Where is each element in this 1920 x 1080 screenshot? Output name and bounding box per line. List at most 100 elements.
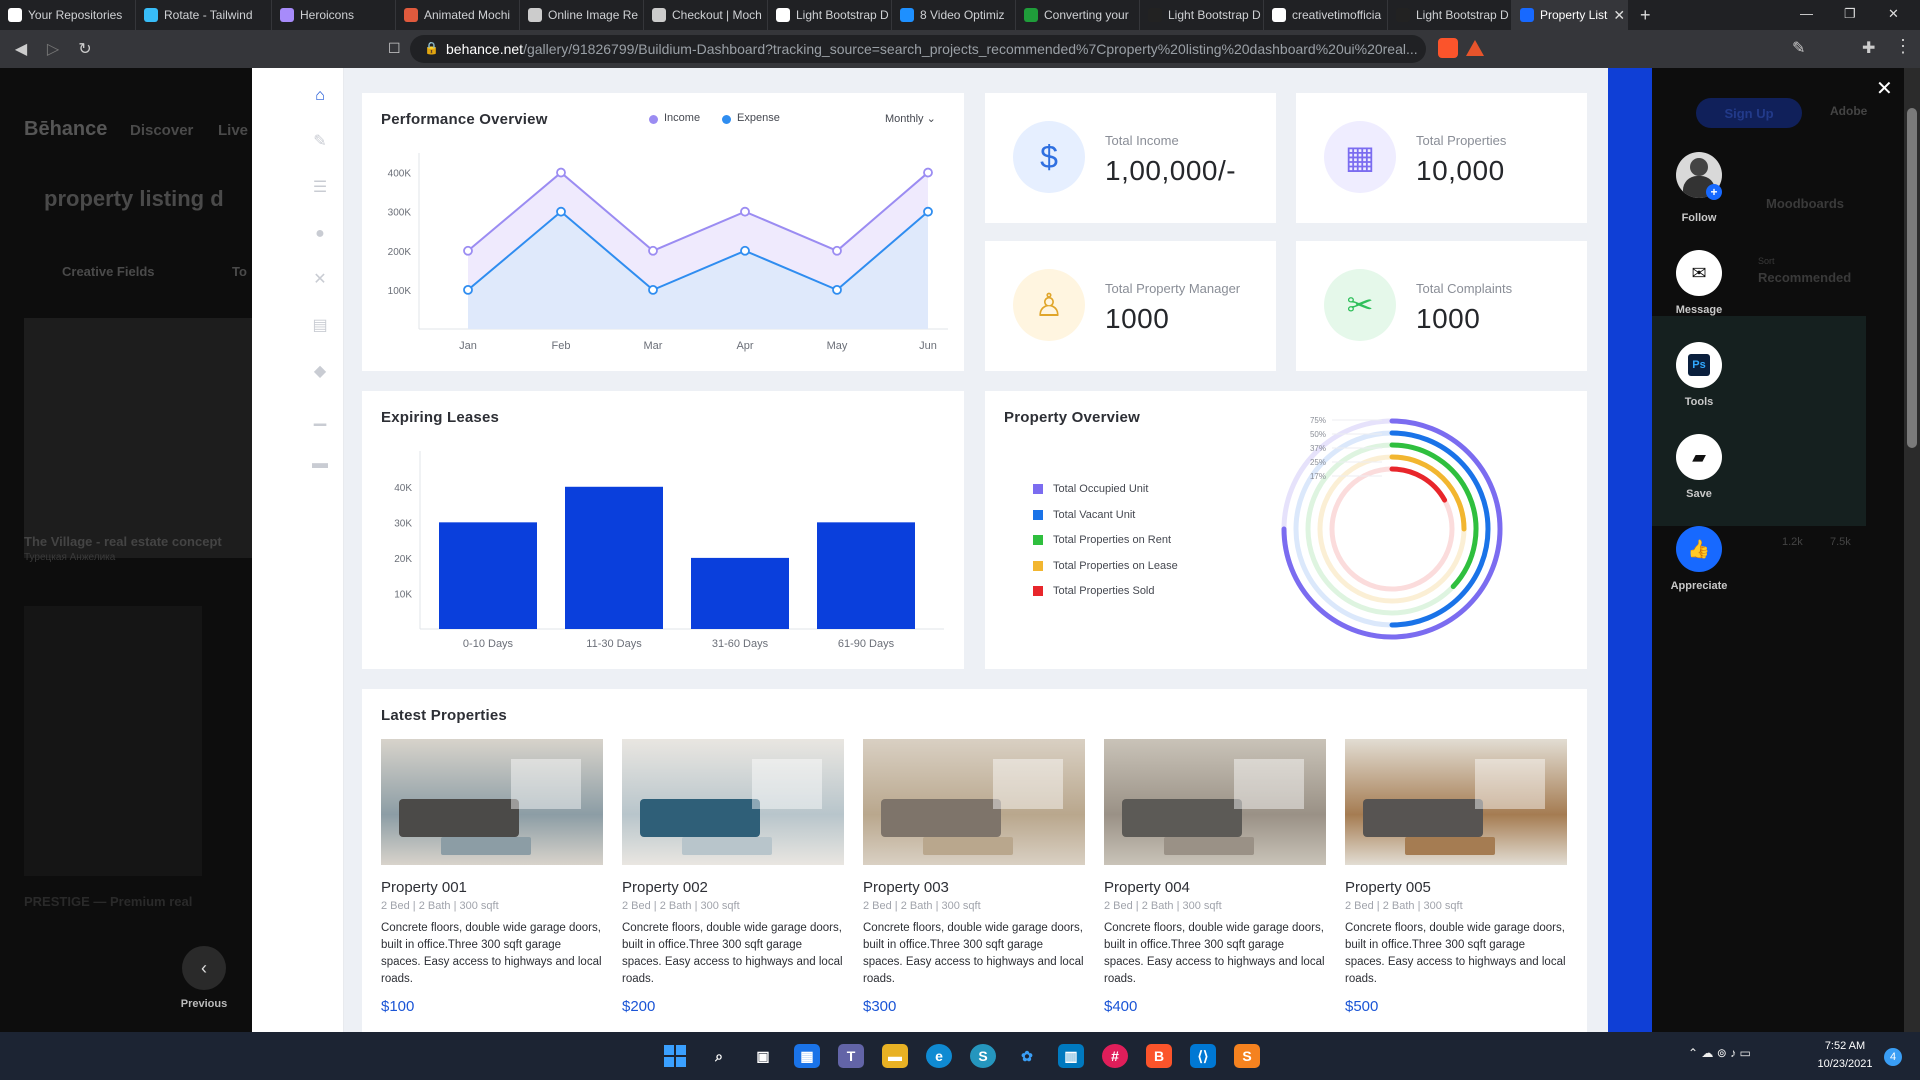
sublime-icon[interactable]: S <box>1234 1044 1260 1068</box>
brave-icon[interactable]: B <box>1146 1044 1172 1068</box>
bookmark-icon[interactable]: ☐ <box>388 40 401 57</box>
scrollbar-thumb[interactable] <box>1907 108 1917 448</box>
file-explorer-icon[interactable]: ▬ <box>882 1044 908 1068</box>
browser-tab[interactable]: Online Image Re <box>520 0 644 30</box>
teams-icon[interactable]: T <box>838 1044 864 1068</box>
adobe-link[interactable]: Adobe <box>1830 104 1867 118</box>
browser-tab[interactable]: Property List ✕ <box>1512 0 1628 30</box>
browser-tab[interactable]: Rotate - Tailwind <box>136 0 272 30</box>
behance-logo[interactable]: Bēhance <box>24 118 107 141</box>
back-icon[interactable]: ◀ <box>8 36 34 62</box>
menu-icon[interactable]: ⋮ <box>1894 36 1912 57</box>
property-photo[interactable] <box>381 739 603 865</box>
browser-tab[interactable]: Light Bootstrap D <box>1388 0 1512 30</box>
bar[interactable] <box>817 522 915 629</box>
data-point[interactable] <box>463 284 473 295</box>
browser-tab[interactable]: Your Repositories <box>0 0 136 30</box>
browser-tab[interactable]: Checkout | Moch <box>644 0 768 30</box>
skype-icon[interactable]: S <box>970 1044 996 1068</box>
bar[interactable] <box>691 557 789 629</box>
bar[interactable] <box>439 522 537 629</box>
data-point[interactable] <box>832 284 842 295</box>
data-point[interactable] <box>556 206 566 217</box>
browser-tab[interactable]: Light Bootstrap D <box>1140 0 1264 30</box>
property-name[interactable]: Property 005 <box>1345 879 1567 896</box>
creative-fields-filter[interactable]: Creative Fields <box>62 264 155 279</box>
data-point[interactable] <box>832 245 842 256</box>
property-card[interactable]: Property 003 2 Bed | 2 Bath | 300 sqft Con… <box>863 739 1085 1015</box>
search-query[interactable]: property listing d <box>44 186 224 212</box>
property-card[interactable]: Property 004 2 Bed | 2 Bath | 300 sqft Con… <box>1104 739 1326 1015</box>
slack-icon[interactable]: # <box>1102 1044 1128 1068</box>
edge-icon[interactable]: e <box>926 1044 952 1068</box>
browser-tab[interactable]: Animated Mochi <box>396 0 520 30</box>
forward-icon[interactable]: ▷ <box>40 36 66 62</box>
data-point[interactable] <box>463 245 473 256</box>
clock-time[interactable]: 7:52 AM <box>1818 1040 1872 1052</box>
new-tab-icon[interactable]: + <box>1628 5 1663 26</box>
brave-rewards-icon[interactable] <box>1466 40 1484 56</box>
project-title[interactable]: The Village - real estate concept <box>24 534 222 549</box>
project-title[interactable]: PRESTIGE — Premium real <box>24 894 192 909</box>
save-button[interactable]: ▰ <box>1676 434 1722 480</box>
url-field[interactable]: 🔒 behance.net/gallery/91826799/Buildium-… <box>410 35 1426 63</box>
data-point[interactable] <box>923 167 933 178</box>
brave-shield-icon[interactable] <box>1438 38 1458 58</box>
previous-button[interactable]: ‹ <box>182 946 226 990</box>
edit-icon[interactable]: ✎ <box>310 132 330 152</box>
reload-icon[interactable]: ↻ <box>72 36 98 62</box>
start-icon[interactable] <box>662 1044 688 1068</box>
close-modal-icon[interactable]: ✕ <box>1876 76 1893 101</box>
task-view-icon[interactable]: ▣ <box>750 1044 776 1068</box>
home-icon[interactable]: ⌂ <box>310 86 330 106</box>
property-photo[interactable] <box>863 739 1085 865</box>
pen-icon[interactable]: ✎ <box>1792 38 1805 58</box>
tools-button[interactable]: Ps <box>1676 342 1722 388</box>
search-icon[interactable]: ⌕ <box>706 1044 732 1068</box>
document-icon[interactable]: ▤ <box>310 316 330 336</box>
project-thumbnail[interactable] <box>24 318 252 558</box>
widgets-icon[interactable]: ▦ <box>794 1044 820 1068</box>
tray-icons[interactable]: ⌃ ☁ ⊚ ♪ ▭ <box>1688 1046 1751 1060</box>
property-photo[interactable] <box>1104 739 1326 865</box>
follow-plus-icon[interactable]: + <box>1706 184 1722 200</box>
property-name[interactable]: Property 003 <box>863 879 1085 896</box>
vscode-icon[interactable]: ⟨⟩ <box>1190 1044 1216 1068</box>
close-window-icon[interactable]: ✕ <box>1888 6 1899 22</box>
close-tab-icon[interactable]: ✕ <box>1613 7 1625 24</box>
tools-filter[interactable]: To <box>232 264 247 279</box>
notification-badge[interactable]: 4 <box>1884 1048 1902 1066</box>
project-author[interactable]: Турецкая Анжелика <box>24 552 115 563</box>
database-icon[interactable]: ☰ <box>310 178 330 198</box>
trello-icon[interactable]: ▥ <box>1058 1044 1084 1068</box>
app-icon[interactable]: ✿ <box>1014 1044 1040 1068</box>
follow-label[interactable]: Follow <box>1652 212 1746 224</box>
page-scrollbar[interactable] <box>1904 68 1920 1032</box>
browser-tab[interactable]: 8 Video Optimiz <box>892 0 1016 30</box>
chat-icon[interactable]: ◆ <box>310 362 330 382</box>
bar[interactable] <box>565 486 663 629</box>
restore-icon[interactable]: ❐ <box>1844 6 1856 22</box>
nav-discover[interactable]: Discover <box>130 122 193 139</box>
tools-icon[interactable]: ✕ <box>310 270 330 290</box>
moodboards-tab[interactable]: Moodboards <box>1766 196 1844 211</box>
data-point[interactable] <box>648 245 658 256</box>
sort-dropdown[interactable]: Recommended <box>1758 270 1851 285</box>
browser-tab[interactable]: Converting your <box>1016 0 1140 30</box>
property-name[interactable]: Property 004 <box>1104 879 1326 896</box>
property-card[interactable]: Property 002 2 Bed | 2 Bath | 300 sqft Con… <box>622 739 844 1015</box>
minimize-icon[interactable]: — <box>1800 6 1813 21</box>
nav-live[interactable]: Live <box>218 122 248 139</box>
data-point[interactable] <box>923 206 933 217</box>
money-bag-icon[interactable]: ● <box>310 224 330 244</box>
message-button[interactable]: ✉ <box>1676 250 1722 296</box>
property-card[interactable]: Property 005 2 Bed | 2 Bath | 300 sqft Con… <box>1345 739 1567 1015</box>
data-point[interactable] <box>740 245 750 256</box>
data-point[interactable] <box>648 284 658 295</box>
project-thumbnail[interactable] <box>24 606 202 876</box>
property-name[interactable]: Property 001 <box>381 879 603 896</box>
property-card[interactable]: Property 001 2 Bed | 2 Bath | 300 sqft Con… <box>381 739 603 1015</box>
extensions-icon[interactable]: ✚ <box>1862 38 1875 58</box>
clock-date[interactable]: 10/23/2021 <box>1812 1058 1878 1070</box>
browser-tab[interactable]: Heroicons <box>272 0 396 30</box>
